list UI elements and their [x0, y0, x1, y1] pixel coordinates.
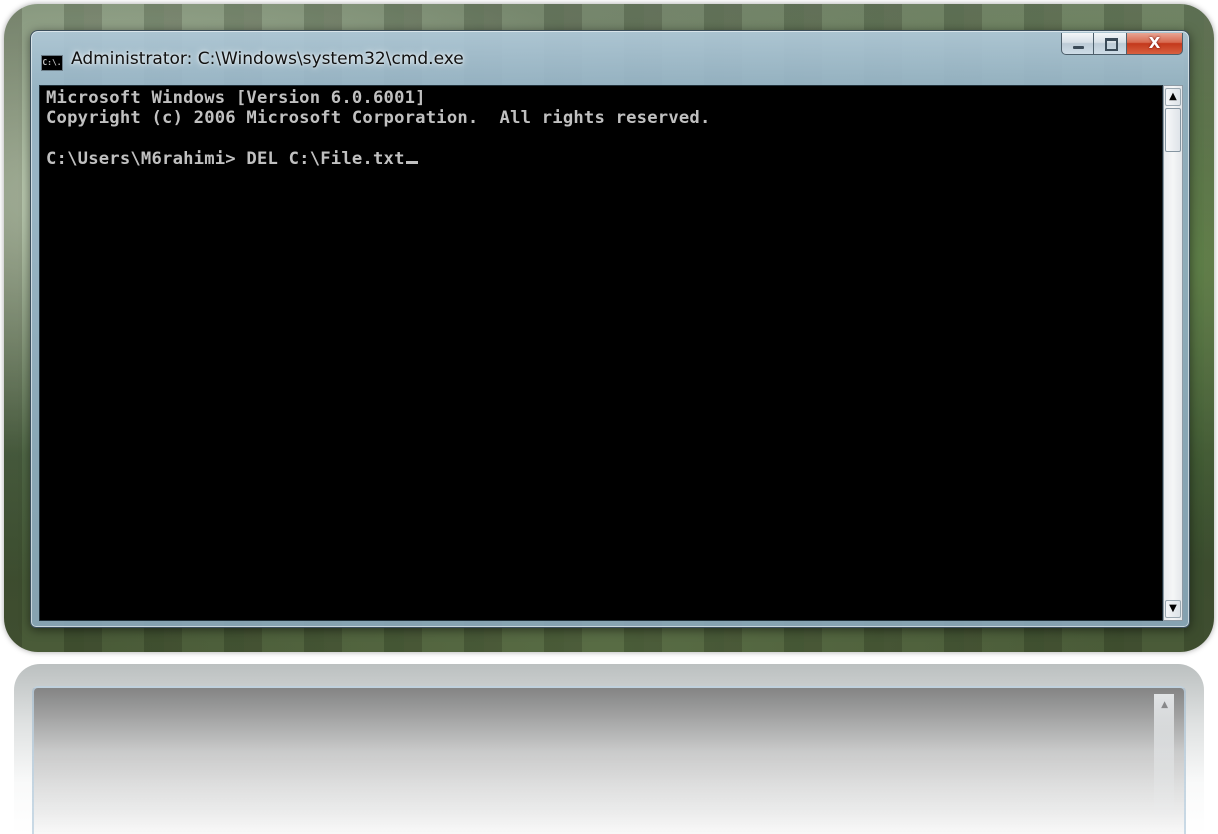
maximize-button[interactable] — [1094, 33, 1127, 55]
console-output[interactable]: Microsoft Windows [Version 6.0.6001] Cop… — [39, 85, 1163, 621]
close-icon: X — [1148, 34, 1161, 52]
reflection-frame — [32, 686, 1186, 834]
window-title: Administrator: C:\Windows\system32\cmd.e… — [71, 49, 464, 69]
scroll-thumb[interactable] — [1165, 108, 1181, 152]
command-input[interactable]: C:\Users\M6rahimi> DEL C:\File.txt — [46, 149, 405, 169]
reflection-arrow-icon: ▲ — [1161, 700, 1168, 710]
console-line-2: Copyright (c) 2006 Microsoft Corporation… — [46, 108, 711, 128]
title-bar[interactable]: C:\. Administrator: C:\Windows\system32\… — [31, 31, 1189, 87]
minimize-button[interactable] — [1061, 33, 1094, 55]
window-controls: X — [1061, 33, 1183, 55]
minimize-icon — [1073, 46, 1084, 49]
arrow-up-icon: ▲ — [1169, 91, 1177, 102]
text-cursor — [405, 161, 418, 164]
scroll-up-button[interactable]: ▲ — [1165, 88, 1181, 106]
scroll-down-button[interactable]: ▼ — [1165, 600, 1181, 618]
vertical-scrollbar[interactable]: ▲ ▼ — [1163, 85, 1183, 621]
close-button[interactable]: X — [1127, 33, 1183, 55]
reflection-scrollbar — [1154, 694, 1174, 824]
cmd-window: C:\. Administrator: C:\Windows\system32\… — [30, 30, 1190, 628]
maximize-icon — [1105, 38, 1118, 51]
console-line-1: Microsoft Windows [Version 6.0.6001] — [46, 88, 426, 108]
window-reflection: ▲ — [14, 664, 1204, 834]
arrow-down-icon: ▼ — [1169, 603, 1177, 614]
console-icon[interactable]: C:\. — [41, 55, 63, 71]
command-prompt-line[interactable]: C:\Users\M6rahimi> DEL C:\File.txt — [46, 149, 418, 169]
